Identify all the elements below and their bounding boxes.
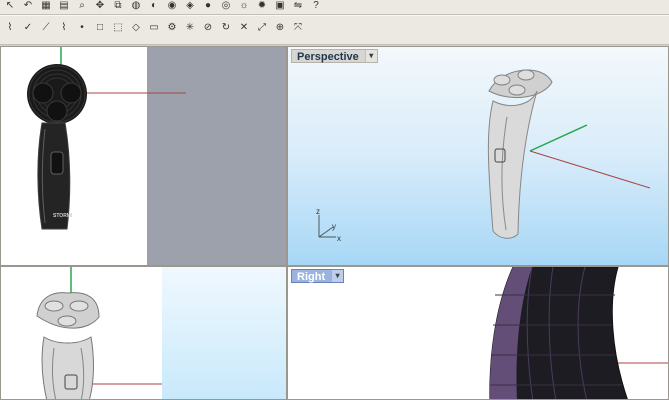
copy-icon[interactable]: ⧉	[112, 0, 124, 12]
color-icon[interactable]: ●	[202, 0, 214, 12]
render-icon[interactable]: ◉	[166, 0, 178, 12]
viewport-label-perspective[interactable]: Perspective ▾	[291, 49, 378, 63]
scale-icon[interactable]: ⤢	[256, 22, 268, 34]
snapshot-icon[interactable]: ▣	[274, 0, 286, 12]
select-icon[interactable]: ↖	[4, 0, 16, 12]
right-scene	[489, 267, 668, 399]
layer-icon[interactable]: ▤	[58, 0, 70, 12]
mirror-icon[interactable]: ⇋	[292, 0, 304, 12]
viewport-perspective[interactable]: Perspective ▾ z y x	[287, 46, 669, 266]
snap-icon[interactable]: ⊕	[274, 22, 286, 34]
viewport-menu-icon[interactable]: ▾	[364, 50, 377, 62]
axis-y-label: y	[332, 222, 336, 231]
viewport-menu-icon[interactable]: ▾	[331, 270, 344, 282]
cube-edge-icon[interactable]: ◇	[130, 22, 142, 34]
modeling-toolbar: ⌇ ✓ ⟋ ⌇ • □ ⬚ ◇ ▭ ⚙ ✳ ⊘ ↻ ✕ ⤢ ⊕ ⤧	[0, 15, 669, 45]
viewport-right[interactable]: Right ▾	[287, 266, 669, 400]
gear-icon[interactable]: ⚙	[166, 22, 178, 34]
line-icon[interactable]: ⟋	[40, 22, 52, 34]
light-icon[interactable]: ☼	[238, 0, 250, 12]
delete-icon[interactable]: ✕	[238, 22, 250, 34]
box-icon[interactable]: □	[94, 22, 106, 34]
polyline-icon[interactable]: ⌇	[58, 22, 70, 34]
rhino-application: ↖ ↶ ▦ ▤ ⌕ ✥ ⧉ ◍ ◐ ◉ ◈ ● ◎ ☼ ✹ ▣ ⇋ ? ⌇ ✓ …	[0, 0, 669, 400]
viewport-background	[162, 267, 286, 399]
transform-icon[interactable]: ✳	[184, 22, 196, 34]
material-icon[interactable]: ◈	[184, 0, 196, 12]
perspective-scene: z y x	[316, 69, 651, 243]
axis-x-label: x	[337, 234, 341, 243]
world-icon[interactable]: ◎	[220, 0, 232, 12]
help-icon[interactable]: ?	[310, 0, 322, 12]
point-icon[interactable]: ✓	[22, 22, 34, 34]
no-entry-icon[interactable]: ⊘	[202, 22, 214, 34]
axis-z-label: z	[316, 207, 320, 216]
cylinder-icon[interactable]: ▭	[148, 22, 160, 34]
sun-icon[interactable]: ✹	[256, 0, 268, 12]
grid-icon[interactable]: ▦	[40, 0, 52, 12]
curve-icon[interactable]: ⌇	[4, 22, 16, 34]
shade-icon[interactable]: ◐	[148, 0, 160, 12]
dot-icon[interactable]: •	[76, 22, 88, 34]
zoom-icon[interactable]: ⌕	[76, 0, 88, 12]
cube-icon[interactable]: ⬚	[112, 22, 124, 34]
viewport-top-left[interactable]: STORMI	[0, 46, 287, 266]
brand-text: STORMI	[53, 213, 73, 219]
sphere-icon[interactable]: ◍	[130, 0, 142, 12]
undo-icon[interactable]: ↶	[22, 0, 34, 12]
main-toolbar: ↖ ↶ ▦ ▤ ⌕ ✥ ⧉ ◍ ◐ ◉ ◈ ● ◎ ☼ ✹ ▣ ⇋ ?	[0, 0, 669, 15]
shaver-front-render: STORMI	[1, 47, 186, 265]
explode-icon[interactable]: ⤧	[292, 22, 304, 34]
right-label[interactable]: Right	[297, 271, 325, 283]
viewport-bottom-left[interactable]	[0, 266, 287, 400]
rotate-icon[interactable]: ↻	[220, 22, 232, 34]
pan-icon[interactable]: ✥	[94, 0, 106, 12]
viewport-label-right[interactable]: Right ▾	[291, 269, 345, 283]
perspective-label[interactable]: Perspective	[297, 51, 359, 63]
